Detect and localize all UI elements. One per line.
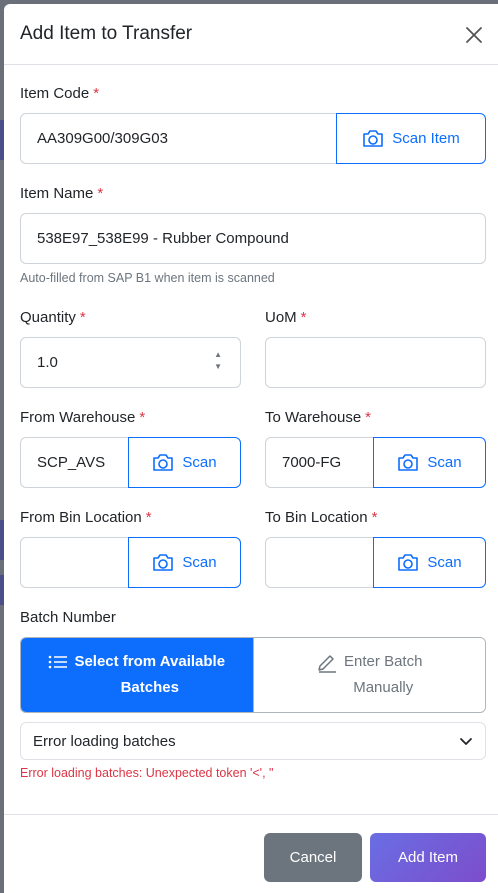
stepper-arrows[interactable]: ▲ ▼	[214, 351, 222, 371]
camera-icon	[153, 454, 174, 471]
required-mark: *	[300, 309, 307, 326]
item-name-label: Item Name *	[20, 185, 103, 202]
scan-label: Scan	[182, 454, 217, 471]
to-warehouse-input[interactable]: 7000-FG	[265, 437, 374, 488]
chevron-down-icon[interactable]: ▼	[214, 363, 222, 371]
item-code-input[interactable]: AA309G00/309G03	[20, 113, 337, 164]
chevron-down-icon	[460, 738, 472, 745]
batch-select[interactable]: Error loading batches	[20, 722, 486, 760]
item-code-label: Item Code *	[20, 85, 99, 102]
scan-label: Scan	[427, 454, 462, 471]
close-icon	[466, 27, 482, 43]
from-warehouse-value: SCP_AVS	[37, 454, 106, 471]
batch-mode-toggle: Select from Available Batches Enter Batc…	[20, 637, 486, 713]
from-bin-input[interactable]	[20, 537, 129, 588]
required-mark: *	[79, 309, 86, 326]
scan-to-warehouse-button[interactable]: Scan	[373, 437, 486, 488]
enter-batch-manually-button[interactable]: Enter Batch Manually	[252, 638, 485, 712]
from-warehouse-label: From Warehouse *	[20, 409, 145, 426]
from-bin-label: From Bin Location *	[20, 509, 152, 526]
uom-input[interactable]	[265, 337, 486, 388]
chevron-up-icon[interactable]: ▲	[214, 351, 222, 359]
select-available-batches-button[interactable]: Select from Available Batches	[21, 638, 253, 712]
from-warehouse-input[interactable]: SCP_AVS	[20, 437, 129, 488]
select-available-label-line1: Select from Available	[74, 653, 226, 670]
item-code-value: AA309G00/309G03	[37, 130, 168, 147]
scan-from-warehouse-button[interactable]: Scan	[128, 437, 241, 488]
batch-number-label: Batch Number	[20, 609, 116, 626]
to-bin-label: To Bin Location *	[265, 509, 377, 526]
enter-manual-label-line2: Manually	[353, 679, 414, 696]
quantity-stepper[interactable]: 1.0 ▲ ▼	[20, 337, 241, 388]
camera-icon	[398, 454, 419, 471]
required-mark: *	[365, 409, 372, 426]
to-bin-input[interactable]	[265, 537, 374, 588]
modal-footer: Cancel Add Item	[4, 814, 498, 893]
close-button[interactable]	[462, 23, 486, 47]
camera-icon	[153, 554, 174, 571]
required-mark: *	[93, 85, 100, 102]
item-name-label-text: Item Name	[20, 185, 94, 202]
quantity-label: Quantity *	[20, 309, 86, 326]
select-available-label-line2: Batches	[120, 679, 179, 696]
batch-select-value: Error loading batches	[33, 732, 176, 750]
scan-to-bin-button[interactable]: Scan	[373, 537, 486, 588]
item-name-value: 538E97_538E99 - Rubber Compound	[37, 230, 289, 247]
camera-icon	[398, 554, 419, 571]
item-name-input[interactable]: 538E97_538E99 - Rubber Compound	[20, 213, 486, 264]
to-warehouse-label-text: To Warehouse	[265, 409, 362, 426]
required-mark: *	[145, 509, 152, 526]
scan-item-button[interactable]: Scan Item	[336, 113, 486, 164]
modal-title: Add Item to Transfer	[20, 23, 193, 44]
scan-label: Scan	[427, 554, 462, 571]
item-name-help: Auto-filled from SAP B1 when item is sca…	[20, 271, 275, 285]
list-icon	[49, 655, 68, 669]
scan-item-label: Scan Item	[392, 130, 460, 147]
uom-label-text: UoM	[265, 309, 297, 326]
to-warehouse-value: 7000-FG	[282, 454, 342, 471]
scan-from-bin-button[interactable]: Scan	[128, 537, 241, 588]
camera-icon	[363, 130, 384, 147]
pencil-icon	[318, 655, 337, 673]
add-item-button[interactable]: Add Item	[370, 833, 486, 882]
to-warehouse-label: To Warehouse *	[265, 409, 371, 426]
scan-label: Scan	[182, 554, 217, 571]
cancel-button[interactable]: Cancel	[264, 833, 362, 882]
required-mark: *	[97, 185, 104, 202]
add-item-modal: Add Item to Transfer Item Code * AA309G00…	[4, 4, 498, 893]
quantity-value: 1.0	[37, 354, 58, 371]
batch-error-message: Error loading batches: Unexpected token …	[20, 766, 274, 780]
from-bin-label-text: From Bin Location	[20, 509, 142, 526]
required-mark: *	[371, 509, 378, 526]
item-code-label-text: Item Code	[20, 85, 90, 102]
enter-manual-label-line1: Enter Batch	[344, 653, 423, 670]
quantity-label-text: Quantity	[20, 309, 76, 326]
uom-label: UoM *	[265, 309, 307, 326]
modal-header: Add Item to Transfer	[4, 4, 498, 65]
to-bin-label-text: To Bin Location	[265, 509, 368, 526]
from-warehouse-label-text: From Warehouse	[20, 409, 136, 426]
required-mark: *	[139, 409, 146, 426]
